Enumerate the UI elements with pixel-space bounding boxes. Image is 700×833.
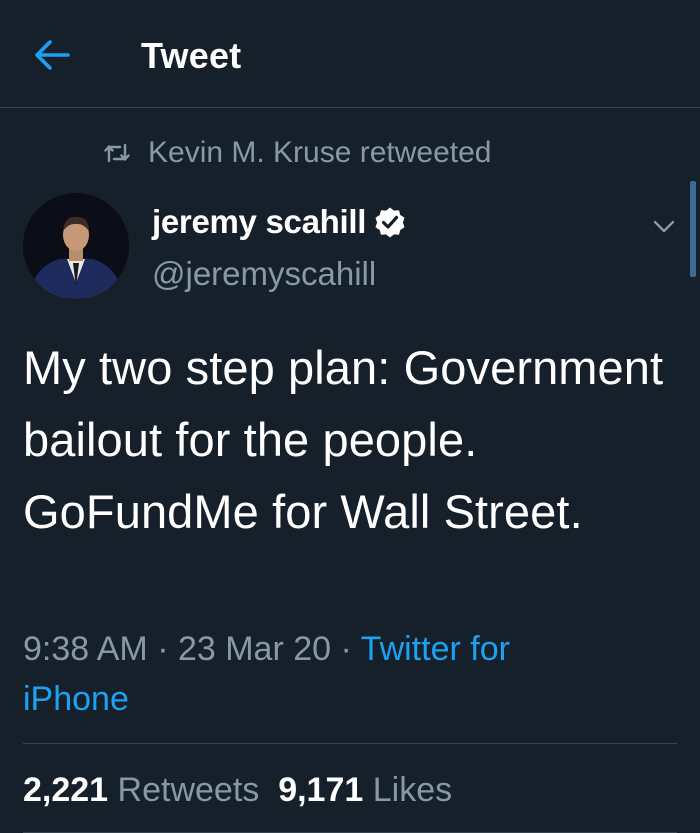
back-button[interactable] xyxy=(32,35,72,75)
retweeted-by-row[interactable]: Kevin M. Kruse retweeted xyxy=(104,133,492,173)
engagement-stats: 2,221 Retweets 9,171 Likes xyxy=(23,768,452,812)
separator: · xyxy=(331,630,361,668)
tweet-text: My two step plan: Government bailout for… xyxy=(23,341,664,538)
chevron-down-icon xyxy=(653,220,675,233)
separator: · xyxy=(147,630,178,668)
retweets-count: 2,221 xyxy=(23,771,109,809)
retweets-stat[interactable]: 2,221 Retweets xyxy=(23,771,259,809)
author-display-name: jeremy scahill xyxy=(152,203,367,240)
top-bar: Tweet xyxy=(0,0,700,108)
profile-photo xyxy=(23,193,129,299)
likes-stat[interactable]: 9,171 Likes xyxy=(278,771,452,809)
tweet-time: 9:38 AM xyxy=(23,630,148,668)
avatar[interactable] xyxy=(23,193,129,299)
likes-count: 9,171 xyxy=(278,771,364,809)
verified-badge-icon xyxy=(375,207,405,238)
tweet-metadata: 9:38 AM · 23 Mar 20 · Twitter for iPhone xyxy=(23,624,623,724)
more-options-button[interactable] xyxy=(650,212,678,240)
page-title: Tweet xyxy=(141,35,242,76)
arrow-left-icon xyxy=(35,40,70,70)
divider xyxy=(23,743,677,744)
retweet-icon xyxy=(104,143,130,163)
author-name-row[interactable]: jeremy scahill xyxy=(152,200,406,244)
author-handle[interactable]: @jeremyscahill xyxy=(152,252,376,296)
retweets-label: Retweets xyxy=(117,771,260,809)
retweeted-by-text: Kevin M. Kruse retweeted xyxy=(148,136,492,169)
likes-label: Likes xyxy=(372,771,453,809)
tweet-date: 23 Mar 20 xyxy=(177,630,332,668)
scrollbar-thumb[interactable] xyxy=(690,181,696,277)
